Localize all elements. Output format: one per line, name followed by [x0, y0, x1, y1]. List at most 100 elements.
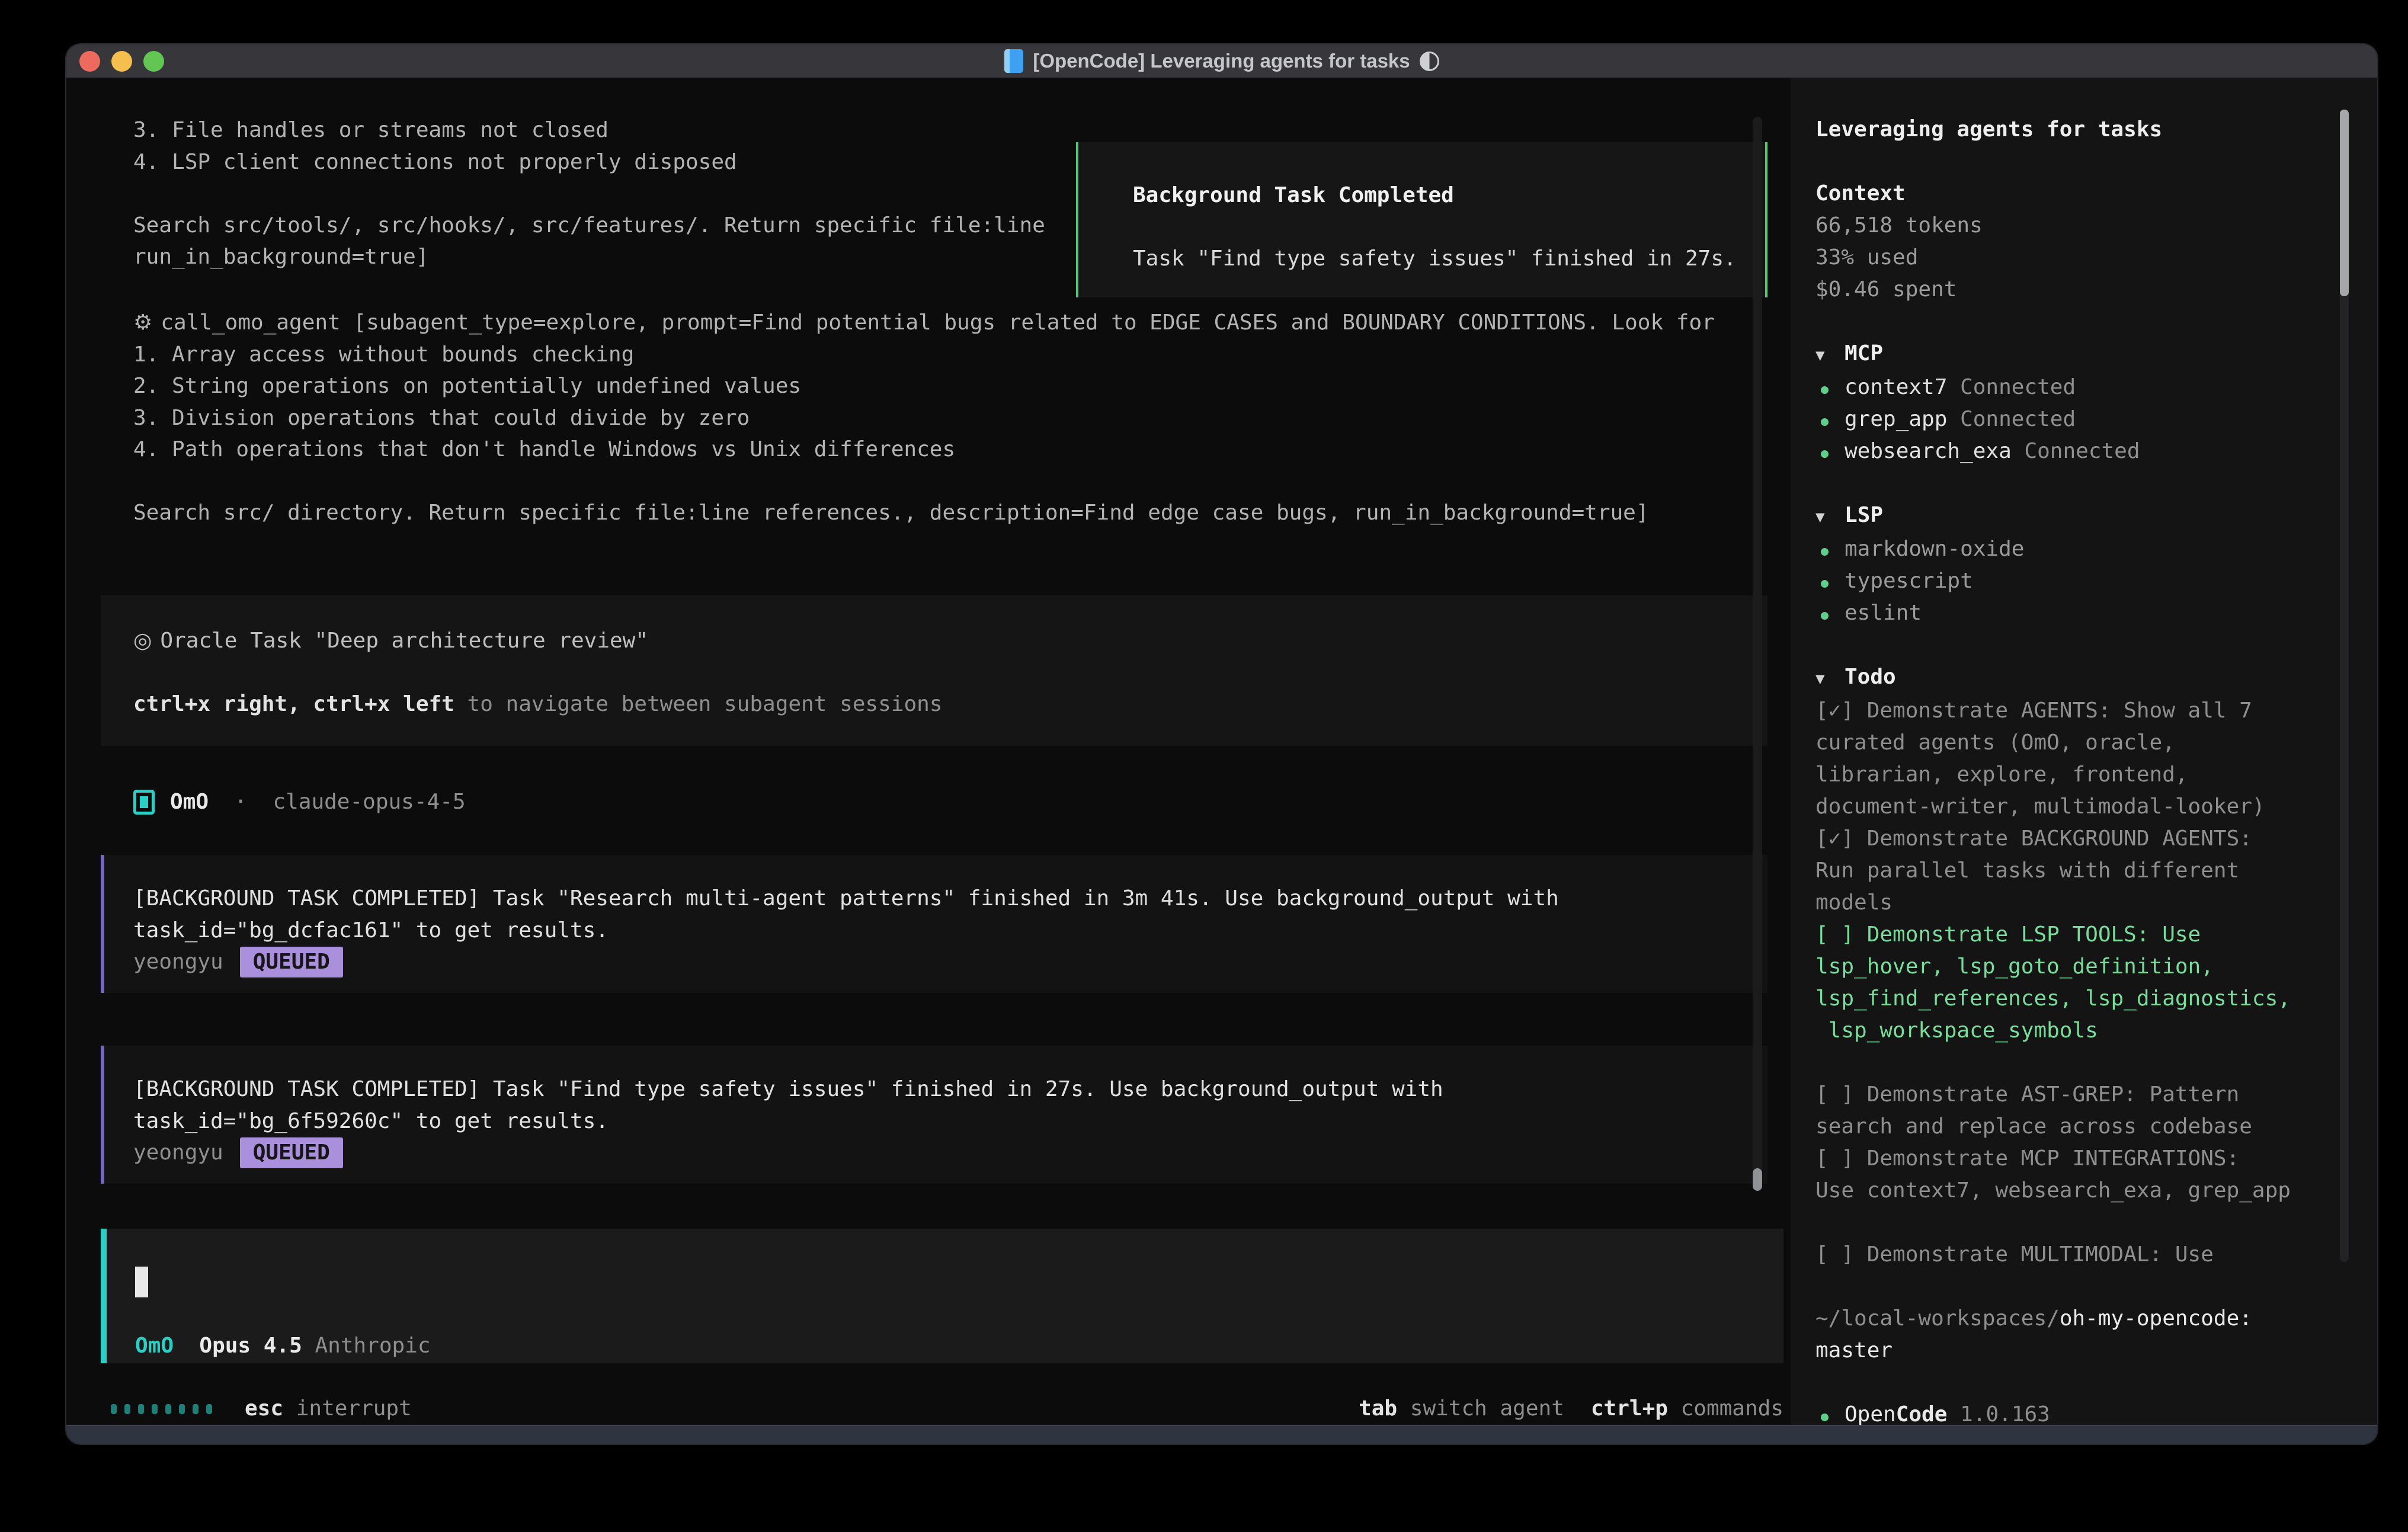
fisheye-icon: ◎	[133, 629, 152, 653]
shortcut-key: tab	[1359, 1396, 1397, 1421]
workspace-branch: master	[1815, 1335, 2377, 1367]
desktop: { "window": { "title": "[OpenCode] Lever…	[0, 0, 2408, 1532]
mcp-name: grep_app	[1845, 407, 1947, 431]
tool-call-line: 1. Array access without bounds checking	[133, 339, 1715, 371]
lsp-items: markdown-oxide typescript eslint	[1815, 533, 2377, 629]
todo-line: models	[1815, 887, 2377, 919]
mcp-name: websearch_exa	[1845, 439, 2012, 463]
todo-line: lsp_workspace_symbols	[1815, 1015, 2377, 1047]
mcp-gap	[1947, 375, 1960, 399]
mcp-items: context7 Connected grep_app Connected webs…	[1815, 371, 2377, 467]
tool-call-line: 2. String operations on potentially unde…	[133, 370, 1715, 402]
green-dot-icon	[1821, 565, 1845, 597]
titlebar[interactable]: [OpenCode] Leveraging agents for tasks	[66, 44, 2377, 78]
oracle-hint-line: ctrl+x right, ctrl+x left to navigate be…	[133, 688, 1767, 720]
main-scrollbar-track[interactable]	[1753, 117, 1762, 1191]
mcp-item: websearch_exa Connected	[1815, 435, 2377, 467]
todo-line: [ ] Demonstrate MCP INTEGRATIONS:	[1815, 1143, 2377, 1175]
minimize-window-button[interactable]	[111, 51, 132, 72]
lsp-item: markdown-oxide	[1815, 533, 2377, 565]
todo-line: document-writer, multimodal-looker)	[1815, 791, 2377, 823]
mcp-status: Connected	[1960, 407, 2076, 431]
spinner-dots-icon	[111, 1404, 212, 1414]
session-sidebar: Leveraging agents for tasks Context 66,5…	[1791, 78, 2377, 1426]
todo-section-header[interactable]: ▼Todo	[1815, 661, 2377, 695]
lsp-name: markdown-oxide	[1845, 537, 2024, 561]
todo-line: Run parallel tasks with different	[1815, 855, 2377, 887]
lsp-name: typescript	[1845, 569, 1973, 593]
input-agent: OmO	[135, 1334, 174, 1358]
oracle-title-line: ◎Oracle Task "Deep architecture review"	[133, 625, 1767, 657]
oracle-hint-rest: to navigate between subagent sessions	[454, 692, 943, 716]
oracle-hint-keys: ctrl+x right, ctrl+x left	[133, 692, 454, 716]
gear-icon: ⚙	[133, 310, 152, 335]
tool-call-header: ⚙call_omo_agent [subagent_type=explore, …	[133, 307, 1715, 339]
app-version: 1.0.163	[1960, 1402, 2050, 1426]
green-dot-icon	[1821, 403, 1845, 435]
lsp-section-header[interactable]: ▼LSP	[1815, 499, 2377, 533]
prompt-input[interactable]: OmO Opus 4.5 Anthropic	[101, 1229, 1783, 1363]
status-badge: QUEUED	[240, 947, 343, 977]
todo-line	[1815, 1207, 2377, 1239]
agent-name: OmO	[170, 786, 209, 818]
task-author: yeongyu	[133, 950, 223, 974]
sidebar-scrollbar-thumb[interactable]	[2340, 110, 2349, 296]
status-left: esc interrupt	[111, 1393, 412, 1425]
todo-line: curated agents (OmO, oracle,	[1815, 727, 2377, 759]
green-dot-icon	[1821, 371, 1845, 403]
task-footer: yeongyuQUEUED	[133, 1137, 1767, 1169]
todo-line: [ ] Demonstrate MULTIMODAL: Use	[1815, 1239, 2377, 1271]
input-gap1	[174, 1334, 199, 1358]
chevron-down-icon: ▼	[1815, 501, 1845, 533]
shortcut-label: switch agent	[1410, 1396, 1564, 1421]
chevron-down-icon: ▼	[1815, 339, 1845, 371]
document-icon	[1004, 49, 1023, 73]
half-moon-busy-icon	[1420, 52, 1439, 71]
mcp-section-header[interactable]: ▼MCP	[1815, 338, 2377, 371]
oracle-spacer	[133, 657, 1767, 689]
agent-model-line: OmO · claude-opus-4-5	[133, 786, 466, 818]
task-message-block: [BACKGROUND TASK COMPLETED] Task "Resear…	[101, 855, 1767, 993]
shortcut-hint: ctrl+p commands	[1591, 1393, 1783, 1425]
close-window-button[interactable]	[79, 51, 100, 72]
green-dot-icon	[1821, 533, 1845, 565]
mcp-status: Connected	[1960, 375, 2076, 399]
tool-call-line	[133, 466, 1715, 498]
workspace-prefix: ~/local-workspaces/	[1815, 1306, 2060, 1331]
todo-line: librarian, explore, frontend,	[1815, 759, 2377, 791]
agent-square-icon	[133, 790, 155, 815]
todo-line: Use context7, websearch_exa, grep_app	[1815, 1175, 2377, 1207]
mcp-item: context7 Connected	[1815, 371, 2377, 403]
terminal-line: 4. LSP client connections not properly d…	[133, 146, 1045, 178]
status-bar: esc interrupt tab switch agent ctrl+p com…	[111, 1393, 1783, 1425]
todo-line: [✓] Demonstrate AGENTS: Show all 7	[1815, 695, 2377, 727]
agent-model: claude-opus-4-5	[273, 786, 465, 818]
separator-dot	[209, 786, 234, 818]
lsp-name: eslint	[1845, 601, 1922, 625]
todo-list: [✓] Demonstrate AGENTS: Show all 7curate…	[1815, 695, 2377, 1271]
window-content: 3. File handles or streams not closed4. …	[66, 78, 2377, 1426]
task-line1: [BACKGROUND TASK COMPLETED] Task "Resear…	[133, 883, 1767, 915]
green-dot-icon	[1821, 435, 1845, 467]
window-bottom-bar	[66, 1425, 2377, 1444]
context-stats: 66,518 tokens33% used$0.46 spent	[1815, 210, 2377, 306]
task-message-blocks: [BACKGROUND TASK COMPLETED] Task "Resear…	[101, 855, 1767, 1236]
green-dot-icon	[1821, 1399, 1845, 1426]
toast-body: Task "Find type safety issues" finished …	[1133, 243, 1765, 275]
lsp-item: eslint	[1815, 597, 2377, 629]
background-task-toast[interactable]: Background Task Completed Task "Find typ…	[1076, 142, 1767, 297]
shortcut-hint: tab switch agent	[1359, 1393, 1564, 1425]
window-title: [OpenCode] Leveraging agents for tasks	[1033, 50, 1410, 72]
zoom-window-button[interactable]	[143, 51, 164, 72]
version-gap	[1947, 1402, 1960, 1426]
terminal-line	[133, 178, 1045, 210]
tool-call-lines: 1. Array access without bounds checking2…	[133, 339, 1715, 529]
session-title: Leveraging agents for tasks	[1815, 114, 2377, 146]
task-line1: [BACKGROUND TASK COMPLETED] Task "Find t…	[133, 1073, 1767, 1105]
green-dot-icon	[1821, 597, 1845, 629]
version-line: OpenCode 1.0.163	[1815, 1399, 2377, 1426]
main-scrollbar-thumb[interactable]	[1753, 1168, 1762, 1191]
esc-key-label: interrupt	[296, 1393, 412, 1425]
shortcut-key: ctrl+p	[1591, 1396, 1668, 1421]
todo-line	[1815, 1047, 2377, 1079]
